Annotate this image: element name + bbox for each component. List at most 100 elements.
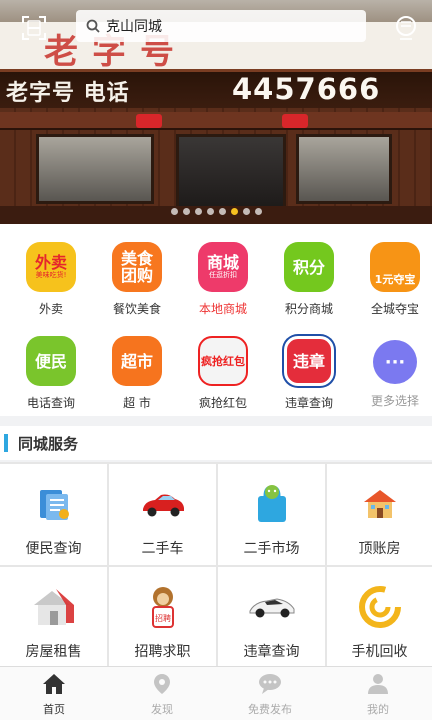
service-item[interactable]: 二手市场 bbox=[218, 464, 325, 565]
violation-icon: 违章 bbox=[284, 336, 334, 386]
quick-menu-label: 疯抢红包 bbox=[198, 396, 247, 410]
shop-window-left bbox=[36, 134, 154, 204]
search-text: 克山同城 bbox=[106, 19, 162, 35]
quick-menu-item[interactable]: 便民 电话查询 bbox=[8, 318, 94, 414]
scan-icon bbox=[22, 16, 46, 40]
quick-menu-item[interactable]: 超市超 市 bbox=[94, 318, 180, 414]
carousel-dot[interactable] bbox=[242, 208, 250, 215]
nav-item-3[interactable]: 我的 bbox=[324, 667, 432, 720]
recycle-icon bbox=[355, 585, 405, 629]
location-icon bbox=[151, 673, 173, 699]
carousel-dot[interactable] bbox=[230, 208, 238, 215]
car-icon bbox=[138, 482, 188, 526]
carousel-dot[interactable] bbox=[194, 208, 202, 215]
icon-text: 美食 团购 bbox=[120, 249, 153, 285]
service-item[interactable]: 顶账房 bbox=[327, 464, 432, 565]
carousel-indicator bbox=[0, 208, 432, 215]
service-label: 顶账房 bbox=[358, 541, 401, 557]
nav-item-1[interactable]: 发现 bbox=[108, 667, 216, 720]
quick-menu-label: 餐饮美食 bbox=[112, 302, 161, 316]
section-title: 同城服务 bbox=[18, 434, 79, 453]
quick-menu-label: 电话查询 bbox=[26, 396, 75, 410]
quick-menu-label: 超 市 bbox=[123, 396, 151, 410]
icon-text: 积分 bbox=[292, 257, 325, 277]
service-label: 二手车 bbox=[141, 541, 184, 557]
nav-label: 发现 bbox=[151, 703, 173, 716]
food-group-icon: 美食 团购 bbox=[112, 242, 162, 292]
nav-label: 免费发布 bbox=[248, 703, 292, 716]
quick-menu-item[interactable]: 美食 团购 餐饮美食 bbox=[94, 224, 180, 320]
section-header: 同城服务 bbox=[0, 426, 432, 460]
carousel-dot[interactable] bbox=[206, 208, 214, 215]
quick-menu-item[interactable]: ··· 更多选择 bbox=[352, 318, 432, 414]
quick-menu-label: 外卖 bbox=[38, 302, 63, 316]
quick-menu-item[interactable]: 违章 违章查询 bbox=[266, 318, 352, 414]
quick-menu-item[interactable]: 外卖 美味吃货! 外卖 bbox=[8, 224, 94, 320]
chat-icon bbox=[258, 673, 282, 699]
service-item[interactable]: 二手车 bbox=[109, 464, 216, 565]
icon-text: 便民 bbox=[34, 351, 67, 371]
home-icon bbox=[42, 673, 66, 699]
service-item[interactable]: 招聘 招聘求职 bbox=[109, 567, 216, 668]
nav-label: 我的 bbox=[367, 703, 389, 716]
service-label: 手机回收 bbox=[351, 644, 408, 660]
quick-menu-item[interactable]: 疯抢红包 疯抢红包 bbox=[180, 318, 266, 414]
icon-text: 商城 bbox=[206, 253, 239, 272]
quick-menu-item[interactable]: 商城 任逛折扣 本地商城 bbox=[180, 224, 266, 320]
lantern-right bbox=[282, 114, 308, 128]
shop-window-right bbox=[296, 134, 392, 204]
quick-menu-label: 更多选择 bbox=[370, 394, 419, 408]
search-icon bbox=[86, 19, 100, 33]
icon-text: 外卖 bbox=[34, 253, 67, 272]
quick-menu-label: 积分商城 bbox=[284, 302, 333, 316]
for-sale-house-icon bbox=[29, 585, 79, 629]
shop-door bbox=[176, 134, 286, 214]
icon-subtext: 美味吃货! bbox=[35, 271, 67, 279]
recruit-monkey-icon: 招聘 bbox=[138, 585, 188, 629]
more-icon: ··· bbox=[373, 340, 417, 384]
phone-lookup-icon: 便民 bbox=[26, 336, 76, 386]
service-item[interactable]: 便民查询 bbox=[0, 464, 107, 565]
icon-text: 疯抢红包 bbox=[201, 354, 245, 368]
icon-text: 1元夺宝 bbox=[374, 273, 416, 286]
quick-menu-item[interactable]: 积分 积分商城 bbox=[266, 224, 352, 320]
document-icon bbox=[29, 482, 79, 526]
carousel-dot[interactable] bbox=[218, 208, 226, 215]
shopping-bag-icon bbox=[247, 482, 297, 526]
service-label: 房屋租售 bbox=[25, 644, 82, 660]
search-bar[interactable]: 克山同城 bbox=[76, 10, 366, 42]
icon-text: ··· bbox=[384, 351, 406, 373]
nav-item-2[interactable]: 免费发布 bbox=[216, 667, 324, 720]
carousel-dot[interactable] bbox=[254, 208, 262, 215]
quick-menu-label: 全城夺宝 bbox=[370, 302, 419, 316]
service-item[interactable]: 违章查询 bbox=[218, 567, 325, 668]
house-icon bbox=[355, 482, 405, 526]
section-accent-bar bbox=[4, 434, 8, 452]
svg-text:招聘: 招聘 bbox=[155, 613, 171, 623]
bottom-nav: 首页 发现 免费发布 我的 bbox=[0, 666, 432, 720]
service-item[interactable]: 房屋租售 bbox=[0, 567, 107, 668]
quick-menu: 外卖 美味吃货! 外卖 美食 团购 餐饮美食 商城 任逛折扣 本地商城 积分 积分商城 1元夺宝 全城… bbox=[0, 224, 432, 416]
service-label: 违章查询 bbox=[243, 644, 300, 660]
service-item[interactable]: 手机回收 bbox=[327, 567, 432, 668]
user-icon bbox=[367, 673, 389, 699]
treasure-icon: 1元夺宝 bbox=[370, 242, 420, 292]
carousel-dot[interactable] bbox=[170, 208, 178, 215]
message-button[interactable] bbox=[388, 10, 424, 46]
nav-item-0[interactable]: 首页 bbox=[0, 667, 108, 720]
service-grid: 便民查询二手车 二手市场 顶账房房屋租售 招聘 招聘求职违章查询 手机回收 bbox=[0, 462, 432, 668]
supermarket-icon: 超市 bbox=[112, 336, 162, 386]
takeout-icon: 外卖 美味吃货! bbox=[26, 242, 76, 292]
carousel-dot[interactable] bbox=[182, 208, 190, 215]
scan-button[interactable] bbox=[16, 10, 52, 46]
points-icon: 积分 bbox=[284, 242, 334, 292]
banner-sign-bar: 老字号 电话 4457666 bbox=[0, 72, 432, 108]
sign-phone: 4457666 bbox=[232, 72, 381, 106]
service-label: 二手市场 bbox=[243, 541, 300, 557]
banner-beam bbox=[0, 112, 432, 130]
quick-menu-item[interactable]: 1元夺宝全城夺宝 bbox=[352, 224, 432, 320]
icon-text: 违章 bbox=[292, 351, 325, 371]
nav-label: 首页 bbox=[43, 703, 65, 716]
icon-subtext: 任逛折扣 bbox=[209, 271, 237, 279]
lantern-left bbox=[136, 114, 162, 128]
